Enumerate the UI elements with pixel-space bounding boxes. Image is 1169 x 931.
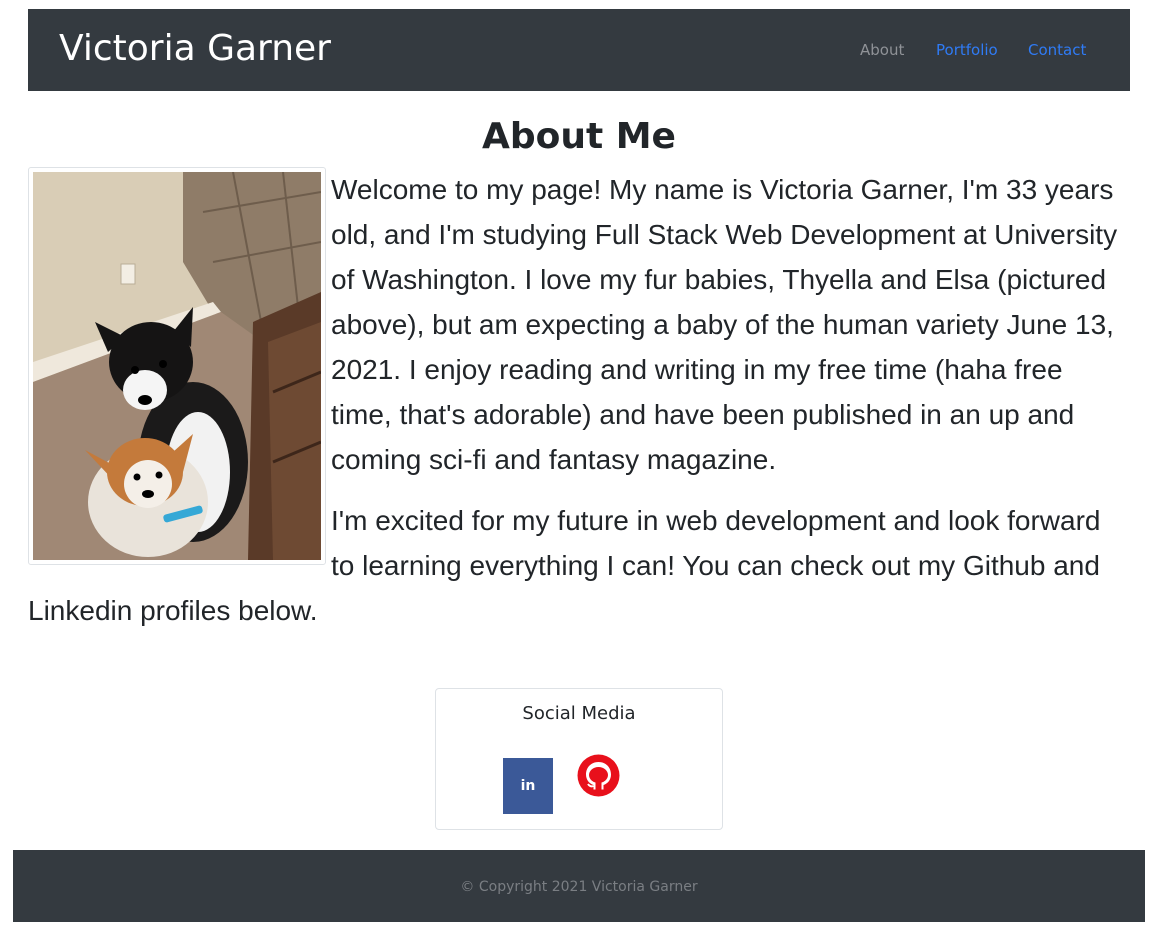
footer: © Copyright 2021 Victoria Garner [13,850,1145,922]
github-icon [577,754,620,797]
navbar: Victoria Garner About Portfolio Contact [28,9,1130,91]
footer-copyright: © Copyright 2021 Victoria Garner [460,879,698,895]
social-media-card: Social Media in [435,688,723,830]
nav-link-portfolio[interactable]: Portfolio [936,40,998,60]
dogs-photo [28,167,326,565]
social-media-title: Social Media [522,703,636,724]
nav-link-about[interactable]: About [860,40,904,60]
about-heading: About Me [482,116,676,157]
about-content: Welcome to my page! My name is Victoria … [28,167,1130,633]
nav-link-contact[interactable]: Contact [1028,40,1086,60]
dogs-photo-image [33,172,321,560]
brand-title[interactable]: Victoria Garner [59,27,331,71]
linkedin-icon: in [520,778,536,794]
github-button[interactable] [577,754,620,797]
linkedin-button[interactable]: in [503,758,553,814]
